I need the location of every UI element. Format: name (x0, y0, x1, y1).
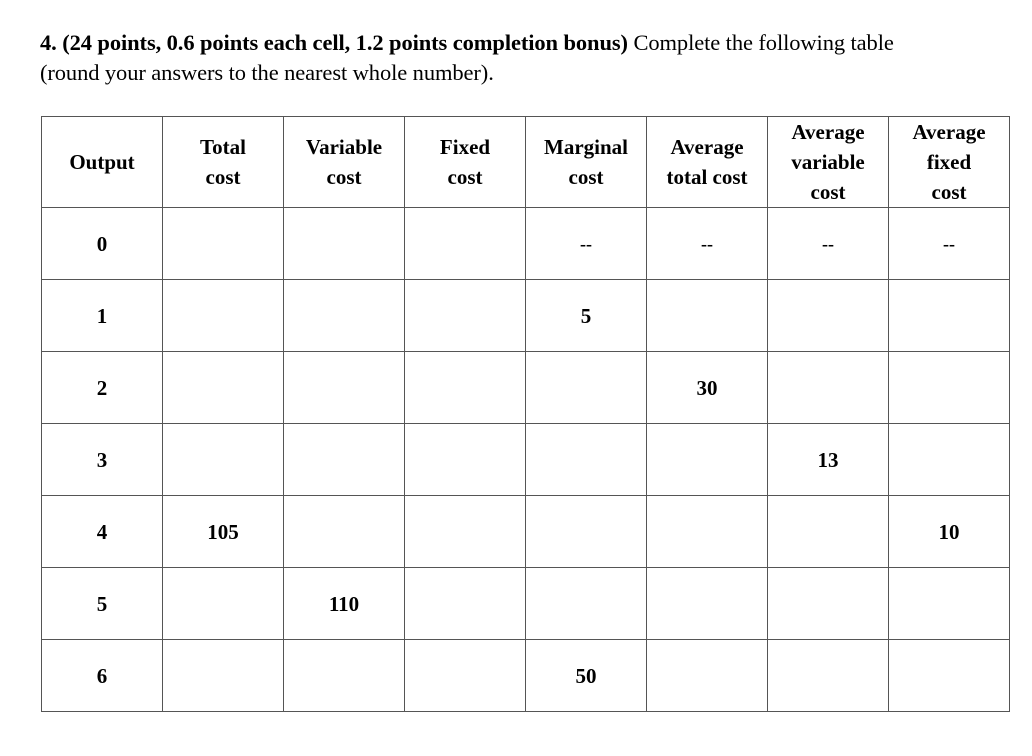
average-fixed-cost-answer-cell[interactable] (888, 567, 1010, 640)
fixed-cost-answer-cell[interactable] (404, 567, 526, 640)
fixed-cost-answer-cell[interactable] (404, 279, 526, 352)
average-fixed-cost-answer-cell[interactable] (888, 279, 1010, 352)
variable-cost-given-value-cell: 110 (283, 567, 405, 640)
average-variable-cost-answer-cell[interactable] (767, 639, 889, 712)
average-total-cost-answer-cell[interactable] (646, 567, 768, 640)
header-average-variable-cost: Average variable cost (767, 116, 889, 208)
fixed-cost-answer-cell[interactable] (404, 639, 526, 712)
header-row: Output Total cost Variable cost Fixed cost Marg… (41, 116, 1010, 208)
average-total-cost-answer-cell[interactable] (646, 423, 768, 496)
total-cost-answer-cell[interactable] (162, 423, 284, 496)
table-body: 0 -- -- -- -- 1 5 2 30 3 13 4 105 10 5 110 6 50 (41, 207, 1010, 712)
total-cost-answer-cell[interactable] (162, 351, 284, 424)
fixed-cost-answer-cell[interactable] (404, 207, 526, 280)
variable-cost-answer-cell[interactable] (283, 639, 405, 712)
total-cost-answer-cell[interactable] (162, 567, 284, 640)
output-quantity-cell: 0 (41, 207, 163, 280)
marginal-cost-answer-cell[interactable] (525, 495, 647, 568)
output-quantity-cell: 2 (41, 351, 163, 424)
average-total-cost-given-value-cell: 30 (646, 351, 768, 424)
total-cost-answer-cell[interactable] (162, 207, 284, 280)
average-variable-cost-given-value-cell: 13 (767, 423, 889, 496)
header-label-line: cost (205, 165, 241, 189)
header-label-line: Average (670, 135, 744, 159)
header-variable-cost: Variable cost (283, 116, 405, 208)
output-quantity-cell: 3 (41, 423, 163, 496)
total-cost-given-value-cell: 105 (162, 495, 284, 568)
average-total-cost-not-applicable-cell: -- (646, 207, 768, 280)
header-average-fixed-cost: Average fixed cost (888, 116, 1010, 208)
table-row: 4 105 10 (41, 495, 1010, 568)
header-label-line: Marginal (544, 135, 628, 159)
header-label-line: cost (568, 165, 604, 189)
table-row: 0 -- -- -- -- (41, 207, 1010, 280)
average-fixed-cost-answer-cell[interactable] (888, 423, 1010, 496)
header-label-line: cost (810, 180, 846, 204)
average-variable-cost-answer-cell[interactable] (767, 567, 889, 640)
header-label-line: Average (912, 120, 986, 144)
average-variable-cost-answer-cell[interactable] (767, 351, 889, 424)
question-instruction: Complete the following table (627, 30, 894, 55)
cost-table: Output Total cost Variable cost Fixed cost Marg… (41, 116, 1010, 712)
average-total-cost-answer-cell[interactable] (646, 279, 768, 352)
output-quantity-cell: 4 (41, 495, 163, 568)
question-text: 4. (24 points, 0.6 points each cell, 1.2… (40, 28, 990, 88)
variable-cost-answer-cell[interactable] (283, 207, 405, 280)
average-fixed-cost-not-applicable-cell: -- (888, 207, 1010, 280)
header-label-line: Variable (305, 135, 383, 159)
variable-cost-answer-cell[interactable] (283, 495, 405, 568)
fixed-cost-answer-cell[interactable] (404, 423, 526, 496)
header-marginal-cost: Marginal cost (525, 116, 647, 208)
header-output: Output (41, 116, 163, 208)
average-variable-cost-answer-cell[interactable] (767, 495, 889, 568)
header-total-cost: Total cost (162, 116, 284, 208)
header-label-line: variable (791, 150, 865, 174)
average-variable-cost-not-applicable-cell: -- (767, 207, 889, 280)
table-row: 6 50 (41, 639, 1010, 712)
table-row: 15 (41, 279, 1010, 352)
marginal-cost-answer-cell[interactable] (525, 423, 647, 496)
variable-cost-answer-cell[interactable] (283, 351, 405, 424)
fixed-cost-answer-cell[interactable] (404, 495, 526, 568)
table-row: 2 30 (41, 351, 1010, 424)
header-label-line: Fixed (439, 135, 491, 159)
variable-cost-answer-cell[interactable] (283, 279, 405, 352)
question-rounding-note: (round your answers to the nearest whole… (40, 60, 494, 85)
output-quantity-cell: 6 (41, 639, 163, 712)
header-label-line: cost (326, 165, 362, 189)
table-row: 5 110 (41, 567, 1010, 640)
average-fixed-cost-answer-cell[interactable] (888, 639, 1010, 712)
output-quantity-cell: 5 (41, 567, 163, 640)
header-fixed-cost: Fixed cost (404, 116, 526, 208)
variable-cost-answer-cell[interactable] (283, 423, 405, 496)
header-label-line: Output (69, 150, 135, 174)
average-variable-cost-answer-cell[interactable] (767, 279, 889, 352)
average-total-cost-answer-cell[interactable] (646, 495, 768, 568)
header-label-line: Average (791, 120, 865, 144)
header-label-line: cost (931, 180, 967, 204)
header-label-line: Total (200, 135, 246, 159)
question-points: 4. (24 points, 0.6 points each cell, 1.2… (40, 30, 628, 55)
header-average-total-cost: Average total cost (646, 116, 768, 208)
output-quantity-cell: 1 (41, 279, 163, 352)
average-total-cost-answer-cell[interactable] (646, 639, 768, 712)
header-label-line: fixed (926, 150, 972, 174)
marginal-cost-not-applicable-cell: -- (525, 207, 647, 280)
total-cost-answer-cell[interactable] (162, 639, 284, 712)
marginal-cost-answer-cell[interactable] (525, 351, 647, 424)
fixed-cost-answer-cell[interactable] (404, 351, 526, 424)
marginal-cost-given-value-cell: 50 (525, 639, 647, 712)
table-row: 3 13 (41, 423, 1010, 496)
average-fixed-cost-given-value-cell: 10 (888, 495, 1010, 568)
header-label-line: cost (447, 165, 483, 189)
marginal-cost-given-value-cell: 5 (525, 279, 647, 352)
header-label-line: total cost (666, 165, 748, 189)
marginal-cost-answer-cell[interactable] (525, 567, 647, 640)
total-cost-answer-cell[interactable] (162, 279, 284, 352)
average-fixed-cost-answer-cell[interactable] (888, 351, 1010, 424)
